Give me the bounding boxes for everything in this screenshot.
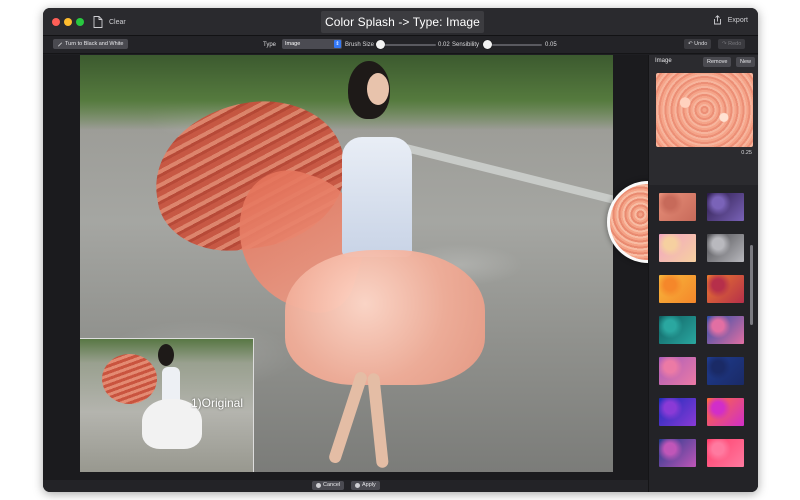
type-select[interactable]: Image ⇕ — [282, 39, 342, 49]
new-button[interactable]: New — [736, 57, 756, 67]
bottom-bar: Cancel Apply — [43, 480, 648, 492]
photo-face — [367, 73, 389, 105]
cancel-button[interactable]: Cancel — [312, 481, 345, 490]
apply-button[interactable]: Apply — [351, 481, 380, 490]
photo-dress-top — [342, 137, 412, 257]
swatch-gold-bokeh[interactable] — [659, 275, 696, 303]
brush-size-label: Brush Size — [345, 42, 375, 48]
swatch-violet-glitter[interactable] — [659, 357, 696, 385]
type-select-value: Image — [285, 41, 301, 47]
swatch-orange-bokeh[interactable] — [707, 275, 744, 303]
sensibility-slider[interactable] — [483, 40, 542, 49]
toolbar: Turn to Black and White Type Image ⇕ Bru… — [43, 36, 758, 54]
turn-to-bw-button[interactable]: Turn to Black and White — [53, 39, 128, 49]
swatch-rainbow-gradient[interactable] — [707, 398, 744, 426]
clear-label: Clear — [109, 18, 126, 26]
minimize-window-button[interactable] — [64, 18, 72, 26]
photo-skirt — [285, 250, 485, 385]
apply-label: Apply — [362, 482, 376, 488]
texture-grid — [649, 185, 758, 492]
swatch-pastel-bokeh[interactable] — [659, 234, 696, 262]
photo-trees — [80, 55, 613, 130]
share-icon — [713, 15, 721, 25]
swatch-pink-gradient[interactable] — [707, 439, 744, 467]
turn-to-bw-label: Turn to Black and White — [65, 41, 124, 47]
cancel-icon — [316, 483, 321, 488]
inset-hair — [158, 344, 174, 366]
zoom-window-button[interactable] — [76, 18, 84, 26]
brush-icon — [58, 42, 62, 47]
cancel-label: Cancel — [323, 482, 341, 488]
original-label: 1)Original — [191, 396, 244, 410]
swatch-teal-glitter[interactable] — [659, 316, 696, 344]
photo-leg-right — [367, 372, 389, 469]
title-bar: Clear Color Splash -> Type: Image Export — [43, 8, 758, 36]
texture-preview[interactable] — [656, 73, 753, 147]
remove-label: Remove — [707, 59, 728, 65]
swatch-blue-glitter[interactable] — [707, 357, 744, 385]
original-inset: 1)Original — [80, 338, 254, 472]
close-window-button[interactable] — [52, 18, 60, 26]
sensibility-slider-knob[interactable] — [483, 40, 492, 49]
apply-icon — [355, 483, 360, 488]
swatch-purple-galaxy[interactable] — [707, 193, 744, 221]
photo-guardrail — [389, 140, 613, 206]
type-label: Type — [263, 42, 277, 48]
chevron-updown-icon: ⇕ — [334, 40, 341, 48]
redo-label: Redo — [728, 41, 742, 47]
export-label: Export — [727, 16, 748, 24]
new-label: New — [740, 59, 752, 65]
brush-size-slider[interactable] — [376, 40, 436, 49]
swatch-neon-stripes[interactable] — [707, 316, 744, 344]
swatch-silver-sparkle[interactable] — [707, 234, 744, 262]
swatch-cosmic-bokeh[interactable] — [659, 439, 696, 467]
sensibility-value: 0.05 — [545, 42, 557, 48]
undo-label: Undo — [694, 41, 708, 47]
texture-grid-scrollbar[interactable] — [750, 245, 753, 325]
document-icon — [93, 16, 103, 28]
sensibility-label: Sensibility — [452, 42, 480, 48]
undo-button[interactable]: ↶ Undo — [684, 39, 712, 49]
remove-button[interactable]: Remove — [703, 57, 732, 67]
texture-panel: Image Remove New 0.25 — [648, 55, 758, 492]
image-canvas[interactable]: 1)Original — [43, 55, 689, 480]
app-window: Clear Color Splash -> Type: Image Export… — [43, 8, 758, 492]
texture-value: 0.25 — [741, 150, 752, 156]
window-title: Color Splash -> Type: Image — [321, 11, 484, 33]
export-button[interactable]: Export — [713, 15, 748, 25]
clear-button[interactable]: Clear — [93, 15, 126, 29]
swatch-pink-glitter[interactable] — [659, 193, 696, 221]
redo-button[interactable]: ↷ Redo — [718, 39, 746, 49]
brush-size-slider-knob[interactable] — [376, 40, 385, 49]
panel-title: Image — [655, 58, 672, 64]
brush-size-value: 0.02 — [438, 42, 450, 48]
inset-scarf — [102, 354, 157, 404]
swatch-blue-gradient[interactable] — [659, 398, 696, 426]
